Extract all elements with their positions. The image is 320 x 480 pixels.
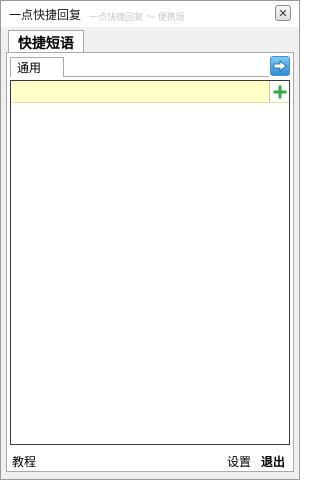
close-button[interactable]: ✕	[275, 5, 291, 21]
title-bar[interactable]: 一点快捷回复 一点快捷回复 ～ 便携版 ✕	[1, 1, 299, 27]
window-title-shadow: 一点快捷回复 ～ 便携版	[89, 13, 185, 23]
new-phrase-input[interactable]	[11, 81, 269, 102]
new-phrase-row	[11, 81, 289, 103]
tutorial-link[interactable]: 教程	[12, 453, 36, 470]
close-icon: ✕	[278, 6, 288, 20]
phrases-panel: 通用	[6, 52, 294, 472]
tab-quick-phrases[interactable]: 快捷短语	[8, 30, 84, 54]
footer-bar: 教程 设置 退出	[1, 447, 299, 477]
tab-general[interactable]: 通用	[10, 57, 64, 77]
arrow-right-icon	[273, 60, 287, 72]
window-title: 一点快捷回复	[9, 8, 82, 22]
settings-link[interactable]: 设置	[227, 453, 251, 470]
inner-tab-divider	[63, 76, 269, 77]
phrase-list[interactable]	[10, 80, 290, 445]
outer-tab-strip: 快捷短语	[1, 27, 299, 54]
next-arrow-button[interactable]	[270, 56, 290, 76]
plus-icon	[273, 85, 286, 98]
app-window: 一点快捷回复 一点快捷回复 ～ 便携版 ✕ 快捷短语 通用 教程 设置 退出	[0, 0, 300, 480]
quit-link[interactable]: 退出	[261, 453, 285, 470]
add-phrase-button[interactable]	[269, 81, 289, 102]
